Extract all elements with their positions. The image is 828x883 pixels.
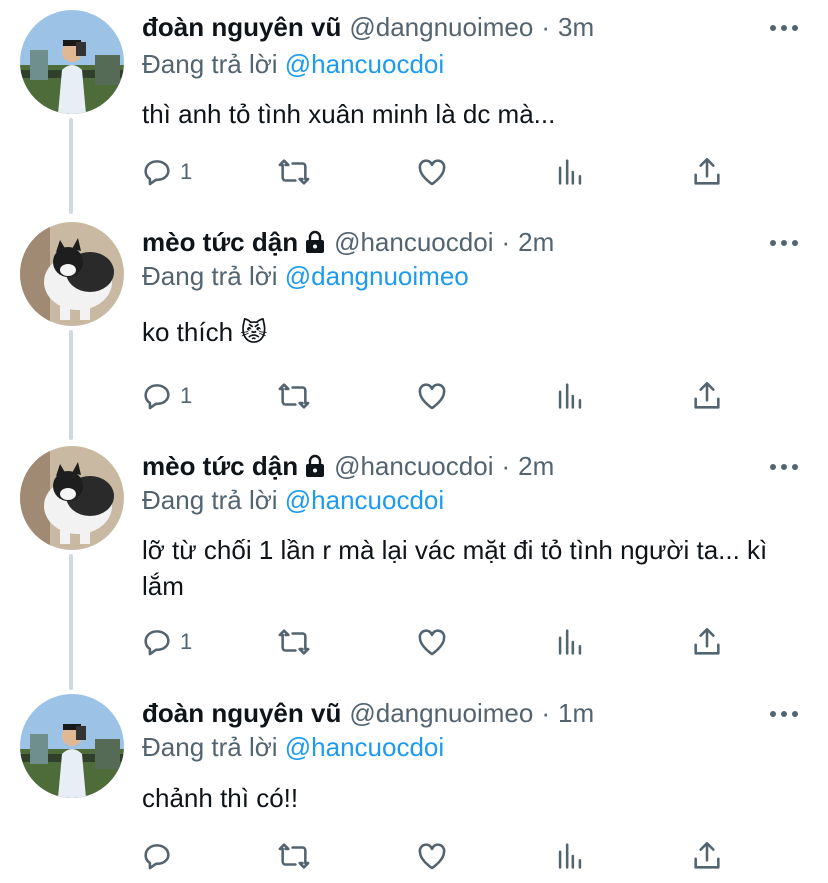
views-icon: [558, 159, 582, 185]
separator-dot: ·: [541, 11, 550, 42]
reply-button[interactable]: 1: [140, 622, 192, 662]
retweet-button[interactable]: [277, 622, 311, 662]
author-name[interactable]: mèo tức dận: [142, 227, 298, 258]
tweet-text: thì anh tỏ tình xuân minh là dc mà...: [142, 99, 556, 129]
replying-prefix: Đang trả lời: [142, 732, 285, 762]
reply-count: 1: [180, 383, 193, 408]
share-icon: [694, 627, 720, 655]
more-options-icon[interactable]: [770, 710, 798, 718]
author-name[interactable]: đoàn nguyên vũ: [142, 12, 341, 43]
tweet-text: chảnh thì có!!: [142, 783, 299, 813]
separator-dot: ·: [501, 226, 511, 257]
author-handle[interactable]: @dangnuoimeo: [349, 698, 533, 729]
avatar[interactable]: [20, 694, 124, 798]
more-options-icon[interactable]: [770, 24, 798, 32]
share-button[interactable]: [690, 836, 724, 876]
tweet-text: lỡ từ chối 1 lần r mà lại vác mặt đi tỏ …: [142, 535, 768, 601]
timestamp[interactable]: 2m: [518, 227, 554, 258]
like-button[interactable]: [415, 152, 449, 192]
person-photo-icon: [20, 694, 124, 798]
retweet-button[interactable]: [277, 376, 311, 416]
author-name[interactable]: đoàn nguyên vũ: [142, 698, 341, 729]
timestamp[interactable]: 3m: [558, 12, 594, 43]
heart-icon: [418, 629, 446, 656]
timestamp[interactable]: 2m: [518, 451, 554, 482]
views-button[interactable]: [553, 836, 587, 876]
retweet-icon: [278, 843, 310, 869]
views-button[interactable]: [553, 622, 587, 662]
like-button[interactable]: [415, 622, 449, 662]
replying-to-link[interactable]: @dangnuoimeo: [285, 261, 469, 291]
more-options-icon[interactable]: [770, 463, 798, 471]
more-options-icon[interactable]: [770, 239, 798, 247]
reply-button[interactable]: 1: [140, 152, 192, 192]
share-icon: [694, 381, 720, 409]
timestamp[interactable]: 1m: [558, 698, 594, 729]
reply-icon: [144, 844, 170, 870]
person-photo-icon: [20, 10, 124, 114]
replying-to-link[interactable]: @hancuocdoi: [285, 732, 444, 762]
retweet-icon: [278, 629, 310, 655]
author-name[interactable]: mèo tức dận: [142, 451, 298, 482]
cat-photo-icon: [20, 446, 124, 550]
share-button[interactable]: [690, 622, 724, 662]
replying-prefix: Đang trả lời: [142, 485, 285, 515]
separator-dot: ·: [541, 697, 550, 728]
share-icon: [694, 841, 720, 869]
replying-to-link[interactable]: @hancuocdoi: [285, 49, 444, 79]
author-handle[interactable]: @hancuocdoi: [334, 227, 493, 258]
heart-icon: [418, 383, 446, 410]
reply-button[interactable]: 1: [140, 376, 192, 416]
action-bar: 1: [0, 376, 828, 416]
action-bar: 1: [0, 152, 828, 192]
separator-dot: ·: [501, 450, 511, 481]
author-handle[interactable]: @dangnuoimeo: [349, 12, 533, 43]
retweet-button[interactable]: [277, 152, 311, 192]
replying-to: Đang trả lời @dangnuoimeo: [142, 261, 469, 292]
views-icon: [558, 629, 582, 655]
action-bar: [0, 836, 828, 876]
reply-count: 1: [180, 629, 193, 654]
share-icon: [694, 157, 720, 185]
reply-icon: [144, 384, 170, 410]
reply-icon: [144, 160, 170, 186]
lock-icon: [306, 230, 325, 253]
tweet-text: ko thích 😾: [142, 317, 268, 347]
views-button[interactable]: [553, 152, 587, 192]
action-bar: 1: [0, 622, 828, 662]
share-button[interactable]: [690, 152, 724, 192]
reply-icon: [144, 630, 170, 656]
replying-prefix: Đang trả lời: [142, 261, 285, 291]
replying-to-link[interactable]: @hancuocdoi: [285, 485, 444, 515]
like-button[interactable]: [415, 376, 449, 416]
retweet-icon: [278, 159, 310, 185]
like-button[interactable]: [415, 836, 449, 876]
avatar[interactable]: [20, 446, 124, 550]
author-handle[interactable]: @hancuocdoi: [334, 451, 493, 482]
views-icon: [558, 383, 582, 409]
lock-icon: [306, 454, 325, 477]
retweet-button[interactable]: [277, 836, 311, 876]
replying-to: Đang trả lời @hancuocdoi: [142, 485, 444, 516]
share-button[interactable]: [690, 376, 724, 416]
cat-photo-icon: [20, 222, 124, 326]
avatar[interactable]: [20, 10, 124, 114]
views-icon: [558, 843, 582, 869]
replying-to: Đang trả lời @hancuocdoi: [142, 49, 444, 80]
retweet-icon: [278, 383, 310, 409]
replying-to: Đang trả lời @hancuocdoi: [142, 732, 444, 763]
avatar[interactable]: [20, 222, 124, 326]
reply-count: 1: [180, 159, 193, 184]
views-button[interactable]: [553, 376, 587, 416]
heart-icon: [418, 159, 446, 186]
heart-icon: [418, 843, 446, 870]
reply-button[interactable]: [140, 836, 180, 876]
replying-prefix: Đang trả lời: [142, 49, 285, 79]
